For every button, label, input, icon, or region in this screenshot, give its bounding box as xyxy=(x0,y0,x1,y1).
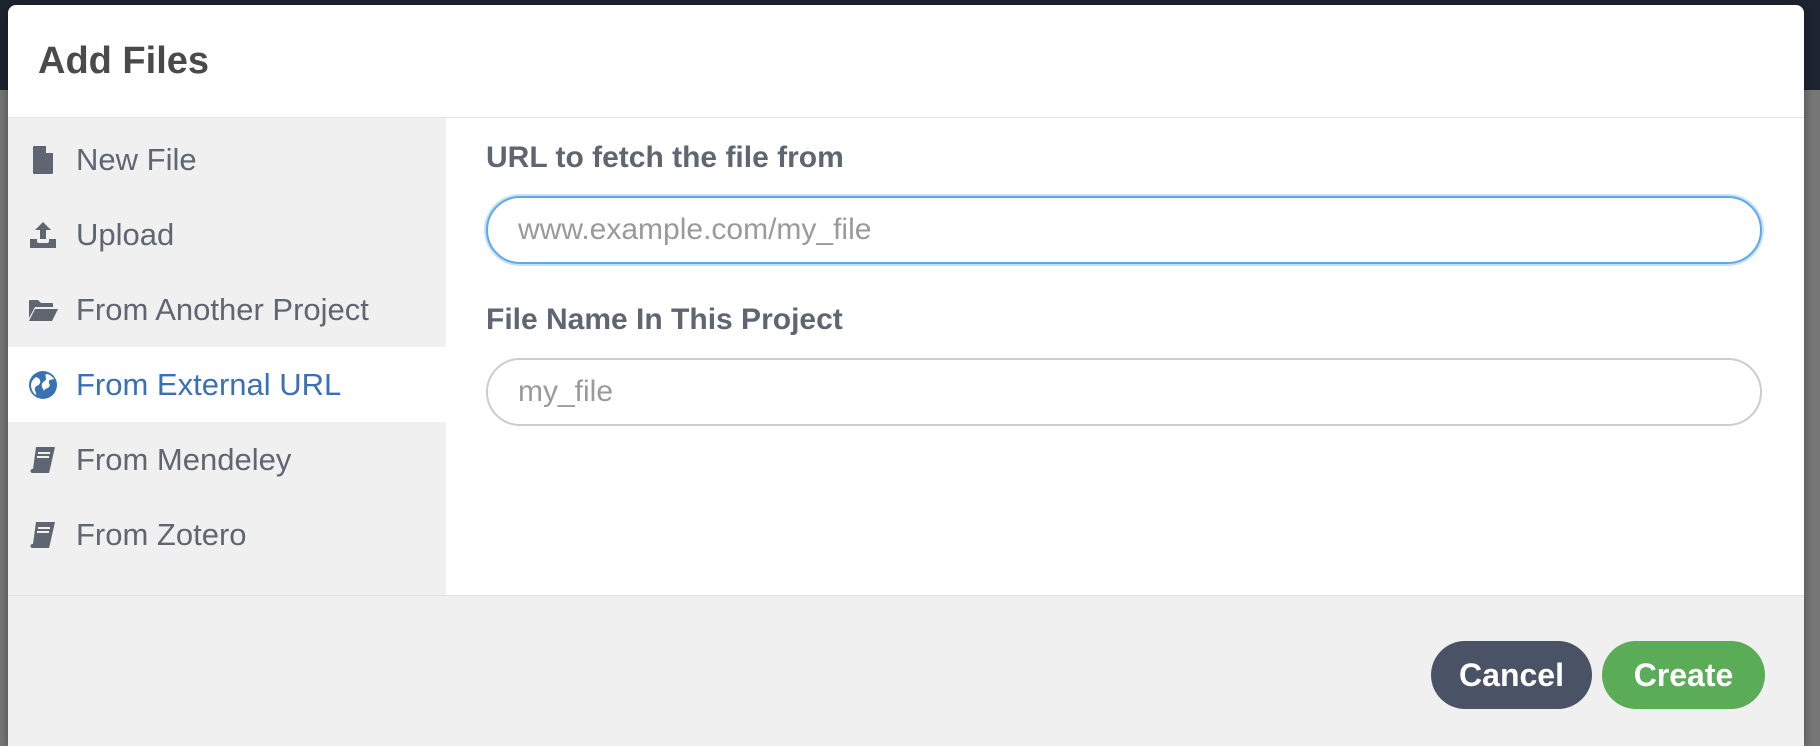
modal-title: Add Files xyxy=(38,39,210,82)
sidebar-item-new-file[interactable]: New File xyxy=(8,122,446,197)
sidebar-item-upload[interactable]: Upload xyxy=(8,197,446,272)
sidebar-item-external-url[interactable]: From External URL xyxy=(8,347,446,422)
sidebar-item-mendeley[interactable]: From Mendeley xyxy=(8,422,446,497)
folder-open-icon xyxy=(26,293,60,327)
upload-icon xyxy=(26,218,60,252)
url-form: URL to fetch the file from File Name In … xyxy=(446,118,1804,595)
sidebar-item-label: From External URL xyxy=(76,366,342,402)
file-name-field-label: File Name In This Project xyxy=(486,303,843,336)
modal-header: Add Files xyxy=(8,5,1804,118)
sidebar-item-label: From Another Project xyxy=(76,291,369,327)
modal-body: New File Upload From Another Project Fro… xyxy=(8,118,1804,595)
book-icon xyxy=(26,443,60,477)
sidebar-item-zotero[interactable]: From Zotero xyxy=(8,497,446,572)
sidebar-item-label: From Mendeley xyxy=(76,441,292,477)
file-name-input[interactable] xyxy=(486,358,1762,426)
url-input[interactable] xyxy=(486,196,1762,264)
sidebar-item-label: New File xyxy=(76,141,197,177)
sidebar-item-another-project[interactable]: From Another Project xyxy=(8,272,446,347)
sidebar-item-label: From Zotero xyxy=(76,516,247,552)
url-field-label: URL to fetch the file from xyxy=(486,141,844,174)
create-button[interactable]: Create xyxy=(1602,641,1765,709)
globe-icon xyxy=(26,368,60,402)
source-sidebar: New File Upload From Another Project Fro… xyxy=(8,118,446,595)
book-icon xyxy=(26,518,60,552)
sidebar-item-label: Upload xyxy=(76,216,175,252)
modal-footer: Cancel Create xyxy=(8,595,1804,746)
file-icon xyxy=(26,143,60,177)
add-files-modal: Add Files New File Upload From Another P… xyxy=(8,5,1804,746)
cancel-button[interactable]: Cancel xyxy=(1431,641,1592,709)
